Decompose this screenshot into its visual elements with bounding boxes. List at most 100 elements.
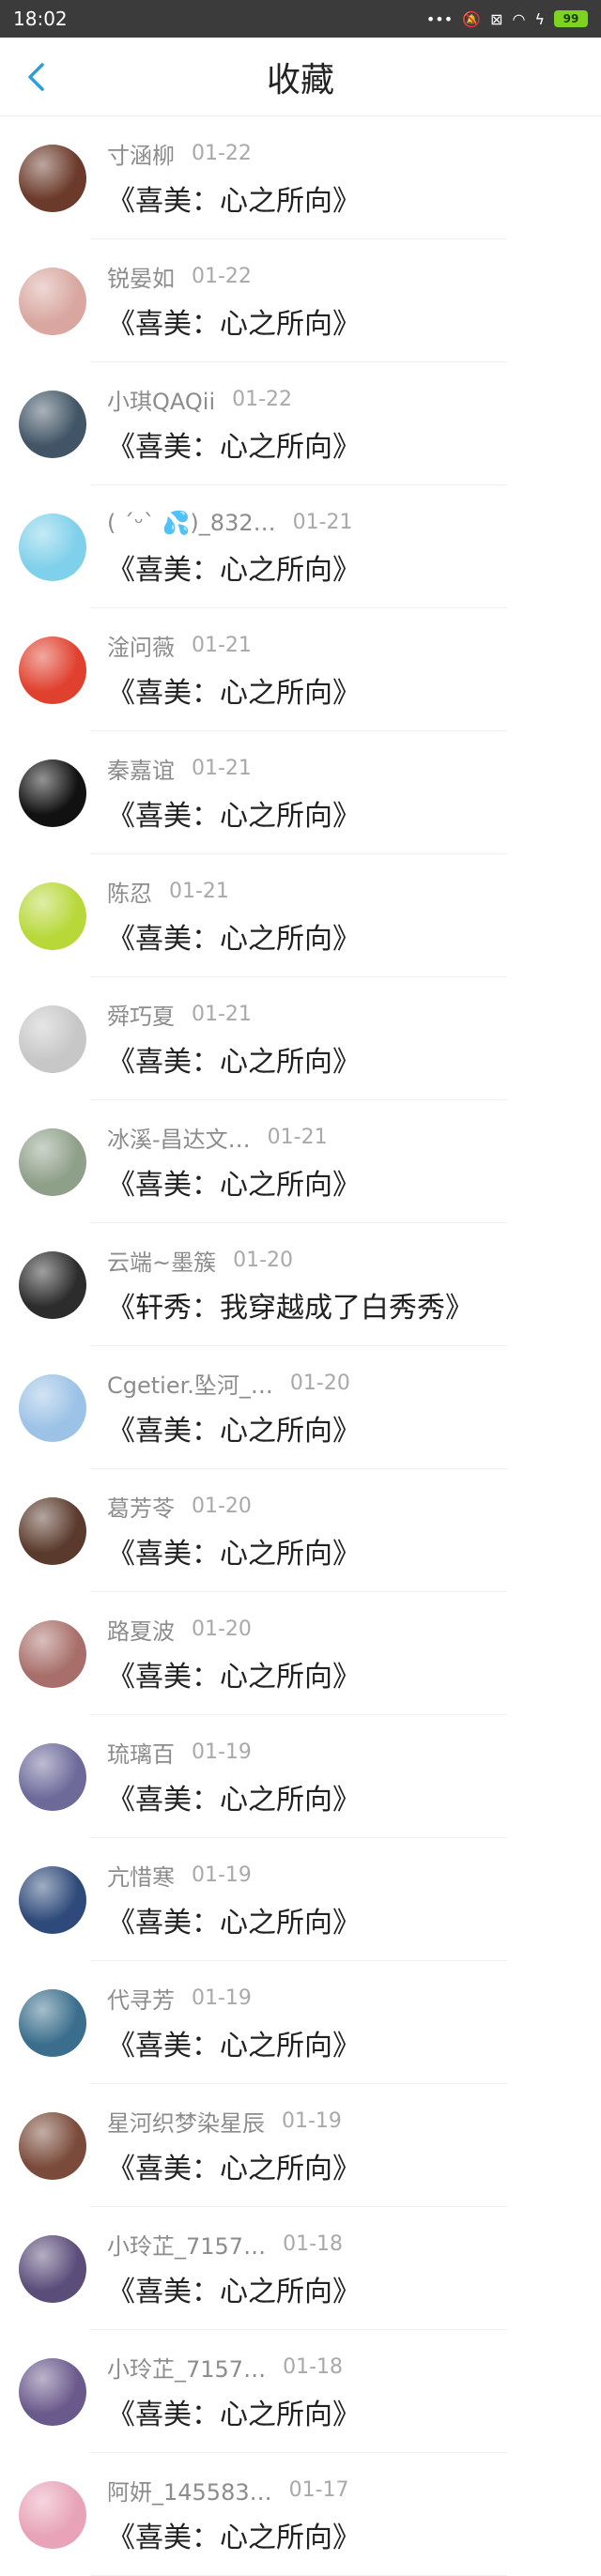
book-title[interactable]: 《喜美：心之所向》 <box>107 1407 361 1449</box>
avatar[interactable] <box>19 144 86 212</box>
date-label: 01-21 <box>192 757 252 780</box>
list-item[interactable]: 锐晏如 01-22 《喜美：心之所向》 <box>0 239 601 362</box>
user-name[interactable]: 小玲芷_7157… <box>107 2228 266 2261</box>
book-title[interactable]: 《喜美：心之所向》 <box>107 1038 361 1080</box>
list-item[interactable]: 亢惜寒 01-19 《喜美：心之所向》 <box>0 1838 601 1961</box>
user-name[interactable]: 云端~墨簇 <box>107 1244 216 1277</box>
user-name[interactable]: 锐晏如 <box>107 260 175 293</box>
user-name[interactable]: 代寻芳 <box>107 1982 175 2015</box>
user-name[interactable]: 亢惜寒 <box>107 1859 175 1892</box>
list-item[interactable]: 云端~墨簇 01-20 《轩秀：我穿越成了白秀秀》 <box>0 1223 601 1346</box>
item-meta: 秦嘉谊 01-21 《喜美：心之所向》 <box>107 753 361 834</box>
list-item[interactable]: 代寻芳 01-19 《喜美：心之所向》 <box>0 1961 601 2084</box>
avatar[interactable] <box>19 390 86 458</box>
list-item[interactable]: 路夏波 01-20 《喜美：心之所向》 <box>0 1592 601 1715</box>
list-item[interactable]: 小玲芷_7157… 01-18 《喜美：心之所向》 <box>0 2207 601 2330</box>
list-item[interactable]: 淦问薇 01-21 《喜美：心之所向》 <box>0 608 601 731</box>
user-name[interactable]: 葛芳苓 <box>107 1490 175 1523</box>
avatar[interactable] <box>19 513 86 581</box>
avatar[interactable] <box>19 2357 86 2426</box>
back-button[interactable] <box>17 58 54 96</box>
book-title[interactable]: 《喜美：心之所向》 <box>107 2391 361 2432</box>
more-dots-icon: ••• <box>425 9 454 28</box>
list-item[interactable]: 陈忍 01-21 《喜美：心之所向》 <box>0 854 601 977</box>
avatar[interactable] <box>19 882 86 950</box>
avatar[interactable] <box>19 1127 86 1196</box>
list-item[interactable]: 星河织梦染星辰 01-19 《喜美：心之所向》 <box>0 2084 601 2207</box>
nav-header: 收藏 <box>0 38 601 116</box>
date-label: 01-22 <box>192 142 252 165</box>
list-item[interactable]: 小琪QAQii 01-22 《喜美：心之所向》 <box>0 362 601 485</box>
avatar[interactable] <box>19 267 86 335</box>
list-item[interactable]: 阿妍_145583… 01-17 《喜美：心之所向》 <box>0 2453 601 2576</box>
user-name[interactable]: ( ´ᵕ` 💦)_832… <box>107 510 276 536</box>
user-name[interactable]: 星河织梦染星辰 <box>107 2105 265 2138</box>
item-header: 阿妍_145583… 01-17 <box>107 2475 361 2507</box>
avatar[interactable] <box>19 1373 86 1442</box>
avatar[interactable] <box>19 1742 86 1811</box>
book-title[interactable]: 《喜美：心之所向》 <box>107 669 361 711</box>
user-name[interactable]: 阿妍_145583… <box>107 2474 272 2507</box>
avatar[interactable] <box>19 1865 86 1934</box>
list-item[interactable]: Cgetier.坠河_… 01-20 《喜美：心之所向》 <box>0 1346 601 1469</box>
user-name[interactable]: 小玲芷_7157… <box>107 2351 266 2384</box>
list-item[interactable]: 葛芳苓 01-20 《喜美：心之所向》 <box>0 1469 601 1592</box>
list-item[interactable]: ( ´ᵕ` 💦)_832… 01-21 《喜美：心之所向》 <box>0 485 601 608</box>
book-title[interactable]: 《喜美：心之所向》 <box>107 546 361 588</box>
book-title[interactable]: 《喜美：心之所向》 <box>107 2268 361 2309</box>
list-item[interactable]: 寸涵柳 01-22 《喜美：心之所向》 <box>0 116 601 239</box>
status-time: 18:02 <box>13 8 68 30</box>
item-meta: 代寻芳 01-19 《喜美：心之所向》 <box>107 1983 361 2063</box>
avatar[interactable] <box>19 1619 86 1688</box>
list-item[interactable]: 秦嘉谊 01-21 《喜美：心之所向》 <box>0 731 601 854</box>
user-name[interactable]: 路夏波 <box>107 1613 175 1646</box>
book-title[interactable]: 《喜美：心之所向》 <box>107 177 361 219</box>
list-item[interactable]: 冰溪-昌达文… 01-21 《喜美：心之所向》 <box>0 1100 601 1223</box>
date-label: 01-18 <box>283 2232 344 2256</box>
item-meta: 冰溪-昌达文… 01-21 《喜美：心之所向》 <box>107 1122 361 1203</box>
item-header: 陈忍 01-21 <box>107 876 361 908</box>
book-title[interactable]: 《喜美：心之所向》 <box>107 300 361 342</box>
user-name[interactable]: 陈忍 <box>107 875 152 908</box>
book-title[interactable]: 《喜美：心之所向》 <box>107 792 361 834</box>
user-name[interactable]: Cgetier.坠河_… <box>107 1367 273 1400</box>
user-name[interactable]: 琉璃百 <box>107 1736 175 1769</box>
avatar[interactable] <box>19 1988 86 2057</box>
book-title[interactable]: 《喜美：心之所向》 <box>107 2022 361 2063</box>
avatar[interactable] <box>19 636 86 704</box>
date-label: 01-21 <box>192 1003 252 1026</box>
avatar[interactable] <box>19 2234 86 2303</box>
user-name[interactable]: 淦问薇 <box>107 629 175 662</box>
book-title[interactable]: 《喜美：心之所向》 <box>107 1899 361 1940</box>
book-title[interactable]: 《喜美：心之所向》 <box>107 915 361 957</box>
book-title[interactable]: 《喜美：心之所向》 <box>107 423 361 465</box>
avatar[interactable] <box>19 1250 86 1319</box>
book-title[interactable]: 《喜美：心之所向》 <box>107 1530 361 1572</box>
avatar[interactable] <box>19 759 86 827</box>
avatar[interactable] <box>19 1496 86 1565</box>
date-label: 01-17 <box>288 2478 349 2502</box>
item-header: 秦嘉谊 01-21 <box>107 753 361 785</box>
avatar[interactable] <box>19 2111 86 2180</box>
user-name[interactable]: 冰溪-昌达文… <box>107 1121 251 1154</box>
date-label: 01-21 <box>169 880 229 903</box>
book-title[interactable]: 《喜美：心之所向》 <box>107 2145 361 2186</box>
list-item[interactable]: 舜巧夏 01-21 《喜美：心之所向》 <box>0 977 601 1100</box>
book-title[interactable]: 《喜美：心之所向》 <box>107 1161 361 1203</box>
date-label: 01-19 <box>192 1986 252 2010</box>
book-title[interactable]: 《喜美：心之所向》 <box>107 1776 361 1817</box>
list-item[interactable]: 琉璃百 01-19 《喜美：心之所向》 <box>0 1715 601 1838</box>
book-title[interactable]: 《喜美：心之所向》 <box>107 1653 361 1694</box>
user-name[interactable]: 舜巧夏 <box>107 998 175 1031</box>
book-title[interactable]: 《轩秀：我穿越成了白秀秀》 <box>107 1284 473 1326</box>
user-name[interactable]: 秦嘉谊 <box>107 752 175 785</box>
book-title[interactable]: 《喜美：心之所向》 <box>107 2514 361 2555</box>
user-name[interactable]: 小琪QAQii <box>107 383 215 416</box>
avatar[interactable] <box>19 2480 86 2549</box>
list-item[interactable]: 小玲芷_7157… 01-18 《喜美：心之所向》 <box>0 2330 601 2453</box>
user-name[interactable]: 寸涵柳 <box>107 137 175 170</box>
item-meta: 小玲芷_7157… 01-18 《喜美：心之所向》 <box>107 2352 361 2432</box>
avatar[interactable] <box>19 1004 86 1073</box>
item-meta: 星河织梦染星辰 01-19 《喜美：心之所向》 <box>107 2106 361 2186</box>
item-meta: 葛芳苓 01-20 《喜美：心之所向》 <box>107 1491 361 1572</box>
